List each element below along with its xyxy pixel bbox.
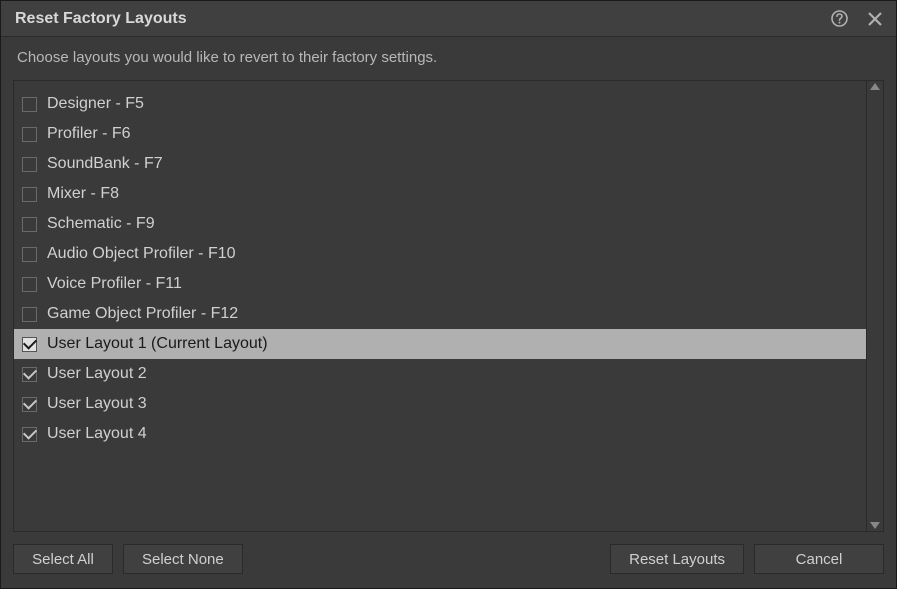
- select-all-button[interactable]: Select All: [13, 544, 113, 574]
- layout-item[interactable]: Mixer - F8: [14, 179, 866, 209]
- layout-checkbox[interactable]: [22, 127, 37, 142]
- layout-item-label: SoundBank - F7: [47, 155, 163, 173]
- layout-checkbox[interactable]: [22, 427, 37, 442]
- layout-item[interactable]: Designer - F5: [14, 89, 866, 119]
- layout-item[interactable]: Profiler - F6: [14, 119, 866, 149]
- layout-item[interactable]: User Layout 4: [14, 419, 866, 449]
- layout-checkbox[interactable]: [22, 307, 37, 322]
- layout-checkbox[interactable]: [22, 217, 37, 232]
- layout-item-label: User Layout 1 (Current Layout): [47, 335, 268, 353]
- help-icon[interactable]: [831, 10, 848, 27]
- layout-checkbox[interactable]: [22, 397, 37, 412]
- layout-item-label: User Layout 3: [47, 395, 147, 413]
- cancel-button[interactable]: Cancel: [754, 544, 884, 574]
- layout-item[interactable]: User Layout 1 (Current Layout): [14, 329, 866, 359]
- layout-checkbox[interactable]: [22, 97, 37, 112]
- reset-layouts-button[interactable]: Reset Layouts: [610, 544, 744, 574]
- layout-item-label: Designer - F5: [47, 95, 144, 113]
- layout-checkbox[interactable]: [22, 277, 37, 292]
- layout-item[interactable]: Voice Profiler - F11: [14, 269, 866, 299]
- layout-item-label: Mixer - F8: [47, 185, 119, 203]
- layout-item-label: User Layout 4: [47, 425, 147, 443]
- layout-checkbox[interactable]: [22, 367, 37, 382]
- footer-right-buttons: Reset Layouts Cancel: [610, 544, 884, 574]
- layout-checkbox[interactable]: [22, 247, 37, 262]
- layout-checkbox[interactable]: [22, 187, 37, 202]
- layout-item[interactable]: Game Object Profiler - F12: [14, 299, 866, 329]
- dialog-footer: Select All Select None Reset Layouts Can…: [1, 544, 896, 588]
- layout-item[interactable]: User Layout 3: [14, 389, 866, 419]
- dialog-title: Reset Factory Layouts: [15, 10, 187, 28]
- scrollbar-down-icon[interactable]: [870, 522, 880, 529]
- layout-item-label: Voice Profiler - F11: [47, 275, 182, 293]
- layout-item[interactable]: Audio Object Profiler - F10: [14, 239, 866, 269]
- layout-item[interactable]: SoundBank - F7: [14, 149, 866, 179]
- scrollbar-up-icon[interactable]: [870, 83, 880, 90]
- layout-item-label: Schematic - F9: [47, 215, 155, 233]
- close-icon[interactable]: [868, 12, 882, 26]
- scrollbar[interactable]: [867, 80, 884, 532]
- layout-item-label: Audio Object Profiler - F10: [47, 245, 236, 263]
- layout-checkbox[interactable]: [22, 337, 37, 352]
- layouts-listbox[interactable]: Designer - F5 Profiler - F6 SoundBank - F7…: [13, 80, 867, 532]
- layout-item[interactable]: User Layout 2: [14, 359, 866, 389]
- dialog-subtitle: Choose layouts you would like to revert …: [1, 37, 896, 80]
- titlebar-controls: [831, 10, 882, 27]
- dialog-window: Reset Factory Layouts Choose layouts you…: [0, 0, 897, 589]
- layout-item-label: Game Object Profiler - F12: [47, 305, 238, 323]
- content-area: Designer - F5 Profiler - F6 SoundBank - F7…: [13, 80, 884, 532]
- layout-item-label: User Layout 2: [47, 365, 147, 383]
- layout-item[interactable]: Schematic - F9: [14, 209, 866, 239]
- titlebar: Reset Factory Layouts: [1, 1, 896, 37]
- select-none-button[interactable]: Select None: [123, 544, 243, 574]
- layout-checkbox[interactable]: [22, 157, 37, 172]
- layout-item-label: Profiler - F6: [47, 125, 131, 143]
- footer-left-buttons: Select All Select None: [13, 544, 243, 574]
